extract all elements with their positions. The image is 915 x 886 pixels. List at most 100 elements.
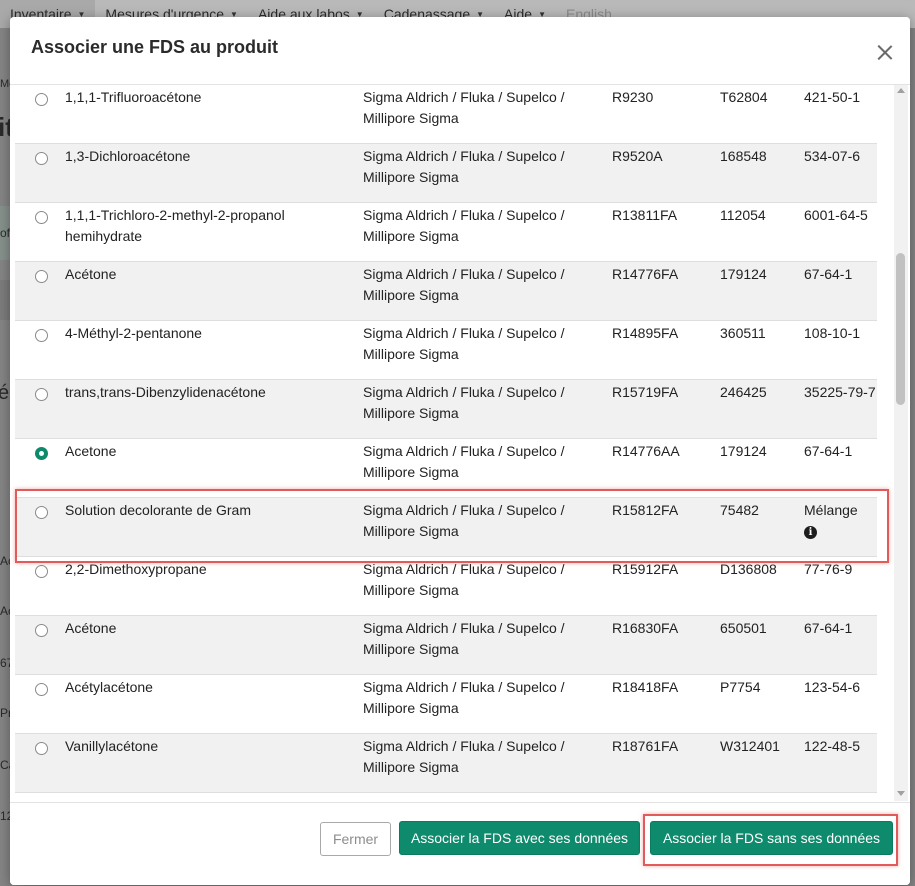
table-row[interactable]: 1,1,1-Trifluoroacétone Sigma Aldrich / Fl… — [15, 85, 877, 144]
associate-without-data-button[interactable]: Associer la FDS sans ses données — [650, 821, 893, 855]
table-row[interactable]: Acétone Sigma Aldrich / Fluka / Supelco /… — [15, 262, 877, 321]
product-name: 1,1,1-Trichloro-2-methyl-2-propanol hemi… — [65, 205, 355, 247]
cas-number-text: 67-64-1 — [804, 266, 853, 282]
supplier-name: Sigma Aldrich / Fluka / Supelco / Millip… — [363, 677, 603, 719]
product-number-text: 179124 — [720, 266, 767, 282]
row-radio-button[interactable] — [35, 152, 48, 165]
cas-number-text: 534-07-6 — [804, 148, 861, 164]
modal-body: 1,1,1-Trifluoroacétone Sigma Aldrich / Fl… — [10, 85, 910, 801]
cas-number: 67-64-1 — [804, 618, 876, 639]
product-name: 4-Méthyl-2-pentanone — [65, 323, 355, 344]
supplier-name-text: Sigma Aldrich / Fluka / Supelco / Millip… — [363, 502, 565, 539]
row-radio-button[interactable] — [35, 211, 48, 224]
table-row[interactable]: Acétylacétone Sigma Aldrich / Fluka / Sup… — [15, 675, 877, 734]
fds-reference-text: R18418FA — [612, 679, 679, 695]
product-name-text: 2,2-Dimethoxypropane — [65, 561, 207, 577]
fds-reference-text: R14895FA — [612, 325, 679, 341]
supplier-name-text: Sigma Aldrich / Fluka / Supelco / Millip… — [363, 679, 565, 716]
table-row[interactable]: 2,2-Dimethoxypropane Sigma Aldrich / Fluk… — [15, 557, 877, 616]
product-number-text: T62804 — [720, 89, 768, 105]
product-number: D136808 — [720, 559, 800, 580]
cas-number: 35225-79-7 — [804, 382, 876, 403]
cas-number-text: 108-10-1 — [804, 325, 861, 341]
modal-header: Associer une FDS au produit — [10, 17, 910, 85]
fds-reference-text: R9520A — [612, 148, 663, 164]
row-radio-button[interactable] — [35, 624, 48, 637]
fds-reference-text: R9230 — [612, 89, 654, 105]
supplier-name-text: Sigma Aldrich / Fluka / Supelco / Millip… — [363, 738, 565, 775]
cas-number-text: 421-50-1 — [804, 89, 861, 105]
product-name: trans,trans-Dibenzylidenacétone — [65, 382, 355, 403]
scroll-up-arrow-icon[interactable] — [897, 88, 905, 93]
supplier-name-text: Sigma Aldrich / Fluka / Supelco / Millip… — [363, 207, 565, 244]
fds-reference: R9230 — [612, 87, 712, 108]
table-row[interactable]: trans,trans-Dibenzylidenacétone Sigma Ald… — [15, 380, 877, 439]
supplier-name: Sigma Aldrich / Fluka / Supelco / Millip… — [363, 618, 603, 660]
supplier-name: Sigma Aldrich / Fluka / Supelco / Millip… — [363, 441, 603, 483]
supplier-name-text: Sigma Aldrich / Fluka / Supelco / Millip… — [363, 561, 565, 598]
row-radio-button[interactable] — [35, 270, 48, 283]
fds-reference-text: R14776AA — [612, 443, 680, 459]
product-number-text: 360511 — [720, 325, 766, 341]
product-name-text: trans,trans-Dibenzylidenacétone — [65, 384, 266, 400]
cas-number-text: 122-48-5 — [804, 738, 861, 754]
fds-reference-text: R18761FA — [612, 738, 679, 754]
table-row[interactable]: 1,3-Dichloroacétone Sigma Aldrich / Fluka… — [15, 144, 877, 203]
scrollbar-thumb[interactable] — [896, 253, 905, 405]
row-radio-button[interactable] — [35, 93, 48, 106]
info-icon[interactable]: i — [804, 525, 817, 539]
fds-list: 1,1,1-Trifluoroacétone Sigma Aldrich / Fl… — [15, 85, 877, 801]
fds-reference: R14895FA — [612, 323, 712, 344]
supplier-name-text: Sigma Aldrich / Fluka / Supelco / Millip… — [363, 148, 565, 185]
product-name-text: 1,1,1-Trichloro-2-methyl-2-propanol hemi… — [65, 207, 285, 244]
cas-number-text: 6001-64-5 — [804, 207, 868, 223]
row-radio-button[interactable] — [35, 683, 48, 696]
product-name-text: Solution decolorante de Gram — [65, 502, 251, 518]
product-number-text: 112054 — [720, 207, 766, 223]
background-page-right — [910, 28, 915, 886]
cas-number: 67-64-1 — [804, 264, 876, 285]
product-name-text: Acétone — [65, 266, 117, 282]
supplier-name: Sigma Aldrich / Fluka / Supelco / Millip… — [363, 559, 603, 601]
supplier-name: Sigma Aldrich / Fluka / Supelco / Millip… — [363, 87, 603, 129]
scrollbar[interactable] — [894, 85, 908, 801]
row-radio-button[interactable] — [35, 447, 48, 460]
fds-reference: R16830FA — [612, 618, 712, 639]
row-radio-button[interactable] — [35, 742, 48, 755]
product-number: W312401 — [720, 736, 800, 757]
supplier-name: Sigma Aldrich / Fluka / Supelco / Millip… — [363, 264, 603, 306]
row-radio-button[interactable] — [35, 329, 48, 342]
close-icon[interactable] — [874, 42, 896, 64]
product-number: T62804 — [720, 87, 800, 108]
cas-number: 77-76-9 — [804, 559, 876, 580]
fds-reference: R15912FA — [612, 559, 712, 580]
product-number-text: 75482 — [720, 502, 759, 518]
table-row[interactable]: Vanillylacétone Sigma Aldrich / Fluka / S… — [15, 734, 877, 793]
product-number: 75482 — [720, 500, 800, 521]
fds-reference-text: R14776FA — [612, 266, 679, 282]
row-radio-button[interactable] — [35, 388, 48, 401]
product-number-text: 650501 — [720, 620, 767, 636]
table-row[interactable]: 1,1,1-Trichloro-2-methyl-2-propanol hemi… — [15, 203, 877, 262]
table-row[interactable]: 4-Méthyl-2-pentanone Sigma Aldrich / Fluk… — [15, 321, 877, 380]
cas-number-text: 123-54-6 — [804, 679, 861, 695]
product-number-text: W312401 — [720, 738, 780, 754]
product-number-text: 168548 — [720, 148, 767, 164]
cas-number-text: 77-76-9 — [804, 561, 853, 577]
product-number-text: 246425 — [720, 384, 767, 400]
cas-number: 123-54-6 — [804, 677, 876, 698]
table-row-partial[interactable] — [15, 793, 877, 801]
associate-with-data-button[interactable]: Associer la FDS avec ses données — [399, 821, 640, 855]
row-radio-button[interactable] — [35, 565, 48, 578]
product-name-text: Vanillylacétone — [65, 738, 159, 754]
table-row[interactable]: Acetone Sigma Aldrich / Fluka / Supelco /… — [15, 439, 877, 498]
scroll-down-arrow-icon[interactable] — [897, 791, 905, 796]
product-name: 1,1,1-Trifluoroacétone — [65, 87, 355, 108]
table-row[interactable]: Acétone Sigma Aldrich / Fluka / Supelco /… — [15, 616, 877, 675]
close-button[interactable]: Fermer — [320, 822, 391, 856]
supplier-name: Sigma Aldrich / Fluka / Supelco / Millip… — [363, 500, 603, 542]
table-row[interactable]: Solution decolorante de Gram Sigma Aldric… — [15, 498, 877, 557]
row-radio-button[interactable] — [35, 506, 48, 519]
fds-reference: R13811FA — [612, 205, 712, 226]
cas-number: 421-50-1 — [804, 87, 876, 108]
